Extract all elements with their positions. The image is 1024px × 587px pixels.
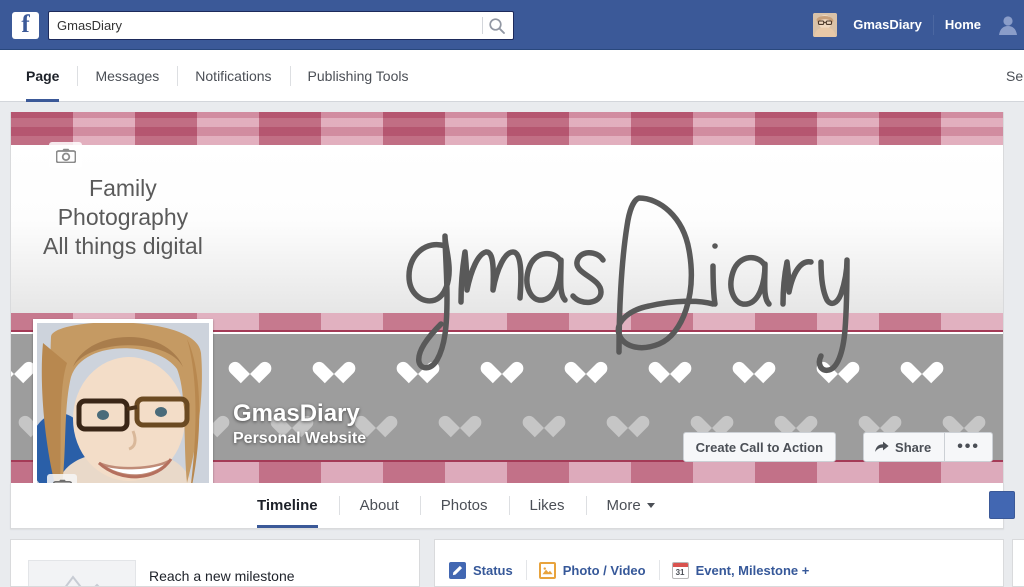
tab-label: About [359,497,399,514]
composer-tab-event-milestone[interactable]: 31 Event, Milestone + [658,558,823,582]
tab-label: Timeline [257,497,318,514]
profile-photo[interactable] [33,319,213,483]
composer-tab-label: Status [473,562,513,578]
composer-tab-status[interactable]: Status [449,558,526,582]
cover-tagline: Family Photography All things digital [43,175,203,259]
tab-label: Likes [529,497,565,514]
post-composer: Status Photo / Video 31 Event, Milestone… [434,539,1004,587]
tab-label: More [606,497,641,514]
account-name-link[interactable]: GmasDiary [844,0,931,50]
milestone-text: Reach a new milestone [149,568,295,584]
share-button[interactable]: Share [863,432,945,462]
search-divider [482,17,483,34]
composer-tabs: Status Photo / Video 31 Event, Milestone… [449,558,822,582]
cover-plaid-band-top [11,112,1003,145]
admin-tab-publishing-tools[interactable]: Publishing Tools [289,50,427,102]
composer-tab-photo-video[interactable]: Photo / Video [525,558,659,582]
page-category: Personal Website [233,430,367,447]
admin-tab-label: Notifications [195,68,272,84]
camera-icon[interactable] [49,142,82,168]
tab-likes[interactable]: Likes [508,483,586,528]
avatar[interactable] [813,13,838,37]
composer-tab-label: Photo / Video [562,562,646,578]
page-canvas: Family Photography All things digital Gm… [10,112,1024,587]
admin-tabs: Page Messages Notifications Publishing T… [26,50,426,102]
facebook-logo-icon[interactable]: f [12,12,39,39]
home-link[interactable]: Home [936,0,990,50]
tab-label: Photos [440,497,488,514]
timeline-navbar: Timeline About Photos Likes More [10,483,1015,529]
cover-action-buttons: Create Call to Action Share ••• [682,432,993,462]
share-button-group: Share ••• [863,432,993,462]
admin-tab-page[interactable]: Page [26,50,77,102]
admin-tab-label: Page [26,68,60,84]
more-options-button[interactable]: ••• [944,432,993,462]
tab-divider [419,496,421,515]
cover-photo[interactable]: Family Photography All things digital Gm… [10,112,1004,483]
tab-divider [289,66,291,86]
tab-divider [508,496,510,515]
timeline-tabs: Timeline About Photos Likes More [245,483,676,528]
page-title: GmasDiary [233,400,360,427]
share-button-label: Share [895,439,932,455]
create-call-to-action-button[interactable]: Create Call to Action [682,432,837,462]
nav-divider [932,15,934,35]
tab-divider [585,496,587,515]
page-admin-navbar: Page Messages Notifications Publishing T… [0,50,1024,102]
liked-button[interactable] [989,491,1015,519]
page-identity: GmasDiary Personal Website [233,400,366,449]
tab-divider [338,496,340,515]
tab-divider [177,66,179,86]
admin-tab-messages[interactable]: Messages [77,50,177,102]
facebook-top-navbar: f GmasDiary Home [0,0,1024,50]
friend-requests-icon[interactable] [996,0,1024,50]
cover-script-logo [383,174,883,384]
milestone-suggestion-card[interactable]: Reach a new milestone [10,539,420,587]
admin-tab-label: Messages [95,68,160,84]
topbar-right-group: GmasDiary Home [813,0,1024,50]
tab-about[interactable]: About [338,483,420,528]
share-arrow-icon [875,441,889,453]
search-icon[interactable] [488,17,506,35]
chevron-down-icon [646,503,655,508]
tab-divider [525,560,527,580]
tab-divider [658,560,660,580]
tab-divider [77,66,79,86]
image-placeholder-icon [28,560,136,586]
admin-tab-settings[interactable]: Se [1006,50,1024,102]
search-input[interactable] [57,12,477,39]
search-bar[interactable] [48,11,514,40]
camera-icon[interactable] [47,474,77,483]
composer-tab-label: Event, Milestone + [695,562,810,578]
admin-tab-notifications[interactable]: Notifications [177,50,289,102]
tab-timeline[interactable]: Timeline [245,483,339,528]
tab-more[interactable]: More [585,483,676,528]
admin-tab-label: Publishing Tools [307,68,409,84]
right-sidebar-card [1012,539,1024,587]
tab-photos[interactable]: Photos [419,483,509,528]
